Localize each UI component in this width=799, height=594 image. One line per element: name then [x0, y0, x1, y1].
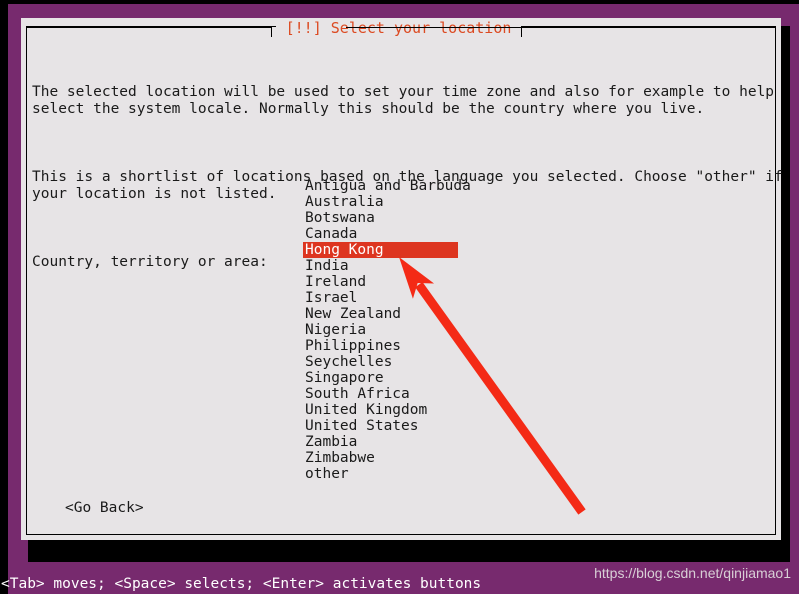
country-list-item[interactable]: Australia — [303, 194, 458, 210]
country-list-item[interactable]: United Kingdom — [303, 402, 458, 418]
country-list-item[interactable]: Israel — [303, 290, 458, 306]
country-list[interactable]: Antigua and Barbuda Australia Botswana Cana… — [303, 178, 471, 482]
country-list-item[interactable]: Zimbabwe — [303, 450, 458, 466]
dialog-bottom-shadow — [28, 548, 790, 562]
dialog-titlebar: [!!] Select your location — [26, 18, 776, 38]
country-list-item[interactable]: Zambia — [303, 434, 458, 450]
installer-dialog: [!!] Select your location The selected l… — [21, 18, 783, 540]
titlebar-rule-right — [346, 27, 776, 28]
country-list-item[interactable]: Ireland — [303, 274, 458, 290]
country-list-item[interactable]: New Zealand — [303, 306, 458, 322]
country-list-item[interactable]: Philippines — [303, 338, 458, 354]
dialog-title: [!!] Select your location — [276, 18, 521, 38]
country-list-item[interactable]: Hong Kong — [303, 242, 458, 258]
screen: [!!] Select your location The selected l… — [0, 0, 799, 594]
titlebar-rule-left — [26, 27, 271, 28]
country-list-item[interactable]: Botswana — [303, 210, 458, 226]
country-list-item[interactable]: Canada — [303, 226, 458, 242]
country-list-item[interactable]: Singapore — [303, 370, 458, 386]
titlebar-tick-right — [521, 27, 522, 37]
country-list-item[interactable]: India — [303, 258, 458, 274]
country-list-item[interactable]: other — [303, 466, 458, 482]
description-paragraph-1: The selected location will be used to se… — [32, 84, 775, 117]
country-list-item[interactable]: Seychelles — [303, 354, 458, 370]
country-list-item[interactable]: United States — [303, 418, 458, 434]
country-list-item[interactable]: Antigua and Barbuda — [303, 178, 471, 194]
help-bar: <Tab> moves; <Space> selects; <Enter> ac… — [1, 576, 482, 592]
country-list-item[interactable]: Nigeria — [303, 322, 458, 338]
titlebar-tick-left — [271, 27, 272, 37]
country-list-item[interactable]: South Africa — [303, 386, 458, 402]
go-back-button[interactable]: <Go Back> — [65, 500, 144, 516]
